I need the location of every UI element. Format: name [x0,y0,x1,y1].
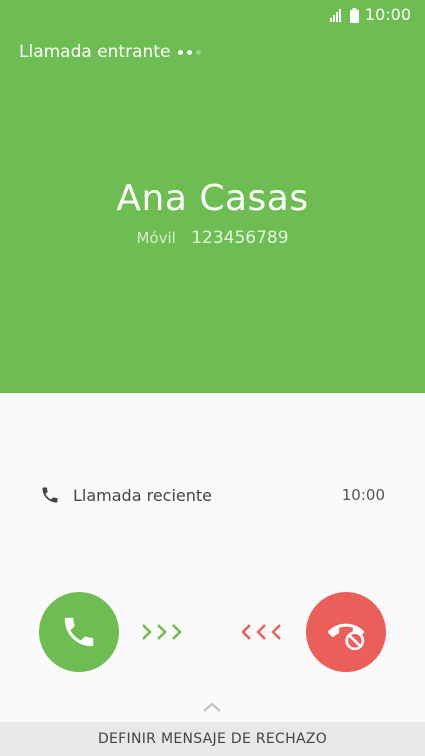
reject-phone-icon [327,623,365,651]
phone-icon [42,487,58,503]
reject-message-label: DEFINIR MENSAJE DE RECHAZO [97,731,328,747]
status-time: 10:00 [364,5,411,24]
signal-icon [329,9,341,22]
caller-name: Ana Casas [116,178,309,219]
status-bar: 10:00 [329,5,411,24]
number-type-label: Móvil [136,229,176,247]
reject-message-bar[interactable]: DEFINIR MENSAJE DE RECHAZO [0,722,425,756]
accept-call-button[interactable] [39,592,119,672]
ringing-dots-icon [178,49,202,55]
recent-call-row: Llamada reciente 10:00 [40,482,385,508]
caller-number-line: Móvil 123456789 [0,228,425,248]
recent-call-label: Llamada reciente [73,485,213,505]
recent-call-time: 10:00 [341,486,385,504]
reject-call-button[interactable] [306,592,386,672]
swipe-right-arrows-icon [142,624,182,640]
incoming-call-label: Llamada entrante [19,42,202,62]
phone-icon [64,617,94,647]
swipe-left-arrows-icon [241,624,281,640]
incoming-call-header: 10:00 Llamada entrante Ana Casas Móvil 1… [0,0,425,393]
caller-number: 123456789 [191,228,289,248]
incoming-call-text: Llamada entrante [19,42,171,62]
chevron-up-icon[interactable] [200,700,224,714]
battery-icon [349,7,359,23]
